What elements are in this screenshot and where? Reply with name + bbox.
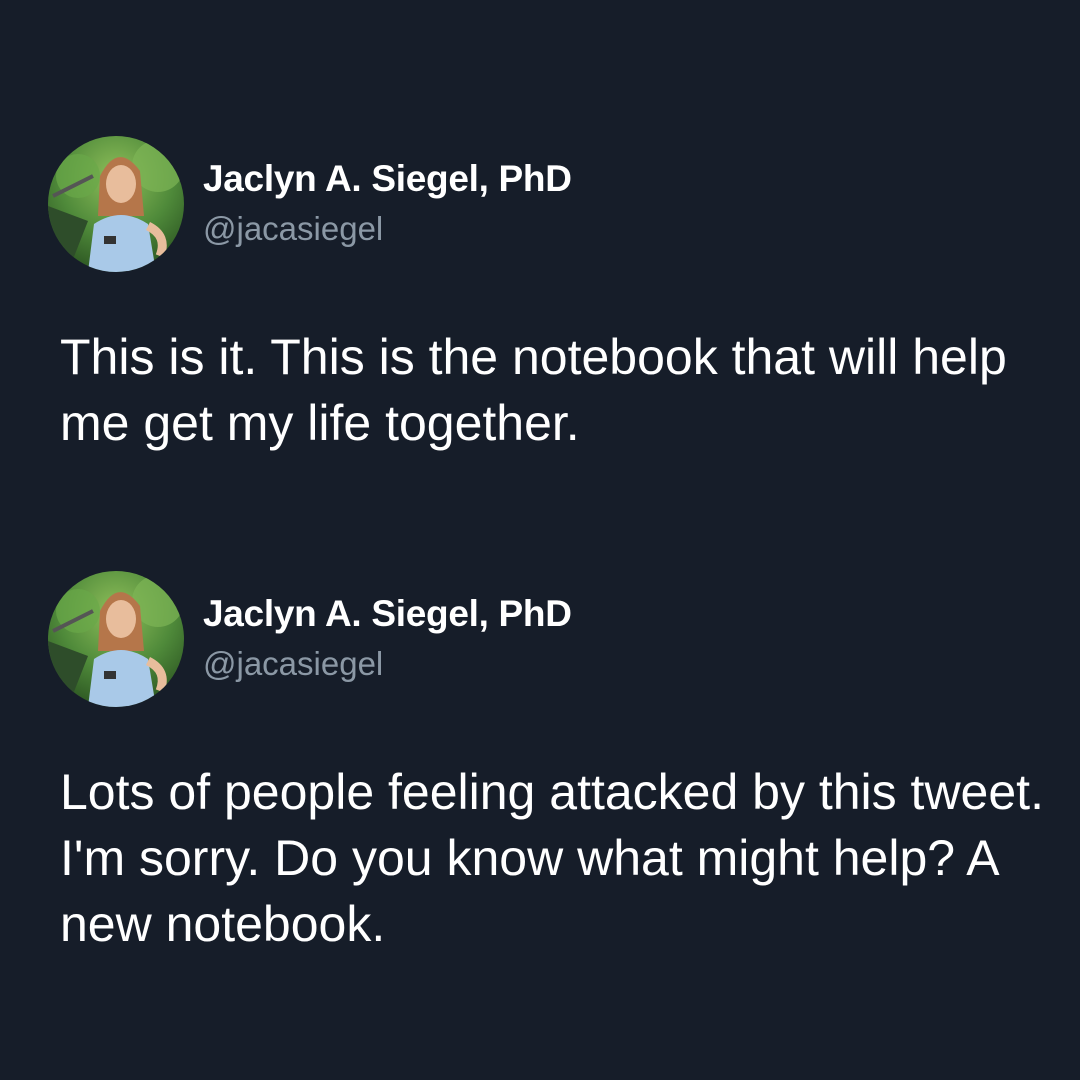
- tweet-text: Lots of people feeling attacked by this …: [60, 764, 1044, 952]
- author-display-name[interactable]: Jaclyn A. Siegel, PhD: [203, 593, 572, 635]
- avatar[interactable]: [48, 136, 184, 272]
- author-display-name[interactable]: Jaclyn A. Siegel, PhD: [203, 158, 572, 200]
- author-handle[interactable]: @jacasiegel: [203, 210, 383, 248]
- author-handle[interactable]: @jacasiegel: [203, 645, 383, 683]
- profile-photo-icon: [48, 571, 184, 707]
- avatar[interactable]: [48, 571, 184, 707]
- profile-photo-icon: [48, 136, 184, 272]
- tweet-text: This is it. This is the notebook that wi…: [60, 329, 1007, 451]
